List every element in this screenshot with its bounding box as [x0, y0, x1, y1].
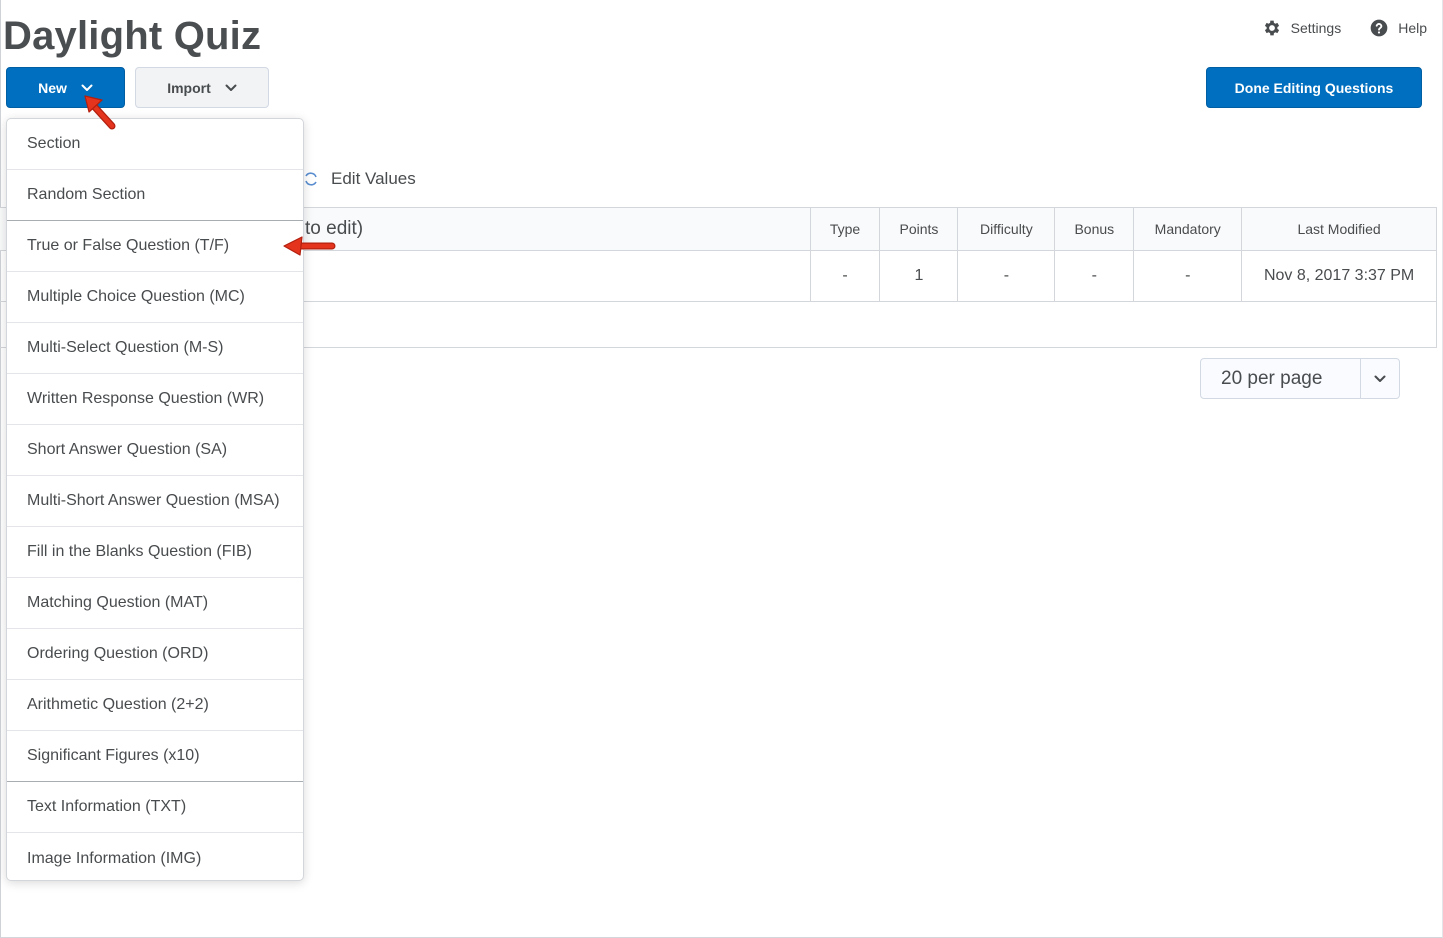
help-label: Help — [1398, 20, 1427, 36]
menu-item-written-response[interactable]: Written Response Question (WR) — [7, 374, 303, 425]
question-circle-icon — [1370, 19, 1388, 37]
menu-item-image-information[interactable]: Image Information (IMG) — [7, 833, 303, 880]
edit-values-label: Edit Values — [331, 169, 416, 188]
menu-item-section[interactable]: Section — [7, 119, 303, 170]
per-page-value: 20 per page — [1221, 367, 1323, 389]
done-editing-button[interactable]: Done Editing Questions — [1206, 67, 1422, 108]
edit-values-button[interactable]: Edit Values — [303, 169, 416, 189]
menu-item-matching[interactable]: Matching Question (MAT) — [7, 578, 303, 629]
page-title: Daylight Quiz — [3, 14, 262, 58]
chevron-down-icon — [1374, 375, 1386, 382]
column-header-type[interactable]: Type — [809, 208, 880, 250]
settings-label: Settings — [1290, 20, 1342, 36]
points-cell[interactable]: 1 — [879, 251, 957, 301]
menu-item-multi-short-answer[interactable]: Multi-Short Answer Question (MSA) — [7, 476, 303, 527]
menu-item-significant-figures[interactable]: Significant Figures (x10) — [7, 731, 303, 782]
menu-item-fill-in-blanks[interactable]: Fill in the Blanks Question (FIB) — [7, 527, 303, 578]
per-page-select[interactable]: 20 per page — [1200, 358, 1400, 399]
menu-item-multi-select[interactable]: Multi-Select Question (M-S) — [7, 323, 303, 374]
gear-icon — [1264, 20, 1279, 36]
menu-item-random-section[interactable]: Random Section — [7, 170, 303, 221]
chevron-down-icon — [225, 84, 237, 91]
mandatory-cell: - — [1133, 251, 1241, 301]
new-button-label: New — [38, 79, 67, 96]
top-links: Settings Help — [1262, 18, 1427, 38]
column-header-points[interactable]: Points — [879, 208, 957, 250]
chevron-down-icon — [81, 84, 93, 91]
menu-item-short-answer[interactable]: Short Answer Question (SA) — [7, 425, 303, 476]
new-button[interactable]: New — [6, 67, 125, 108]
menu-item-multiple-choice[interactable]: Multiple Choice Question (MC) — [7, 272, 303, 323]
menu-item-ordering[interactable]: Ordering Question (ORD) — [7, 629, 303, 680]
new-dropdown-menu: Section Random Section True or False Que… — [6, 118, 304, 881]
column-header-mandatory[interactable]: Mandatory — [1133, 208, 1241, 250]
column-header-difficulty[interactable]: Difficulty — [957, 208, 1054, 250]
menu-item-text-information[interactable]: Text Information (TXT) — [7, 782, 303, 833]
difficulty-cell: - — [957, 251, 1054, 301]
menu-item-true-false[interactable]: True or False Question (T/F) — [7, 221, 303, 272]
refresh-icon — [305, 172, 317, 186]
column-header-bonus[interactable]: Bonus — [1054, 208, 1133, 250]
import-button-label: Import — [167, 79, 211, 96]
column-header-last-modified[interactable]: Last Modified — [1241, 208, 1436, 250]
help-link[interactable]: Help — [1369, 18, 1427, 38]
settings-link[interactable]: Settings — [1262, 18, 1342, 38]
type-cell: - — [809, 251, 880, 301]
per-page-dropdown-toggle[interactable] — [1360, 359, 1399, 398]
last-modified-cell: Nov 8, 2017 3:37 PM — [1241, 251, 1436, 301]
menu-item-arithmetic[interactable]: Arithmetic Question (2+2) — [7, 680, 303, 731]
import-button[interactable]: Import — [135, 67, 269, 108]
bonus-cell: - — [1054, 251, 1133, 301]
